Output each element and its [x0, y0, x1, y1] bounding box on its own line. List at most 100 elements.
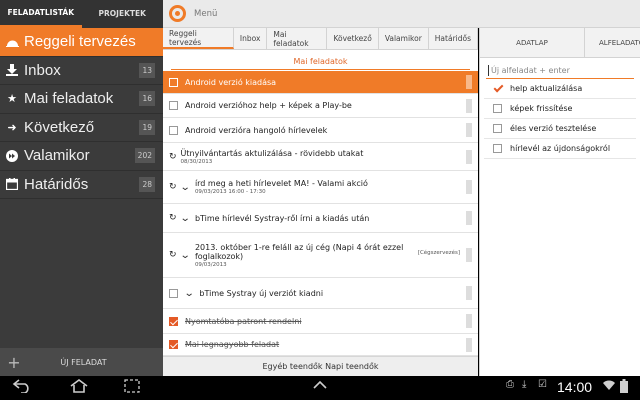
task-checkbox[interactable]: [169, 340, 178, 349]
repeat-icon: ↻: [169, 182, 177, 192]
text-caret: [488, 65, 489, 76]
back-icon[interactable]: [12, 379, 32, 397]
task-title: Mai legnagyobb feladat: [185, 340, 280, 349]
task-row[interactable]: ↻ ⌄ bTime hírlevél Systray-ről írni a ki…: [163, 204, 478, 233]
drag-handle[interactable]: [466, 98, 472, 113]
new-task-button[interactable]: + ÚJ FELADAT: [0, 348, 163, 376]
subtask-item[interactable]: éles verzió tesztelése: [484, 119, 636, 139]
tab-inbox[interactable]: Inbox: [234, 28, 268, 49]
sidebar-item-label: Valamikor: [24, 147, 90, 165]
sunrise-icon: [5, 37, 19, 47]
chevron-down-icon[interactable]: ⌄: [179, 213, 190, 224]
drag-handle[interactable]: [466, 211, 472, 225]
drag-handle[interactable]: [466, 337, 472, 352]
menu-button[interactable]: Menü: [194, 9, 217, 19]
task-row[interactable]: Android verzió kiadása: [163, 71, 478, 94]
task-checkbox[interactable]: [169, 316, 178, 326]
chevron-up-icon[interactable]: [312, 379, 328, 395]
tab-details[interactable]: ADATLAP: [480, 28, 585, 57]
chevron-down-icon[interactable]: ⌄: [179, 182, 190, 193]
drag-handle[interactable]: [466, 75, 472, 89]
task-title: Ütnyilvántartás aktulizálása - rövidebb …: [180, 148, 364, 158]
drag-handle[interactable]: [466, 180, 472, 194]
sidebar-item-next[interactable]: ➜ Következő 19: [0, 114, 163, 142]
task-row[interactable]: ↻ ⌄ 2013. október 1-re feláll az új cég …: [163, 233, 478, 278]
sidebar-tabs: FELADATLISTÁK PROJEKTEK: [0, 0, 163, 28]
sidebar-item-today[interactable]: ★ Mai feladatok 16: [0, 85, 163, 114]
count-badge: 16: [139, 91, 155, 107]
tab-next[interactable]: Következő: [327, 28, 379, 49]
task-row[interactable]: Android verzióra hangoló hírlevelek: [163, 118, 478, 143]
subtask-label: képek frissítése: [510, 104, 573, 113]
action-bar: Menü: [163, 0, 640, 28]
subtask-checkbox[interactable]: [493, 144, 502, 153]
tab-morning-planning[interactable]: Reggeli tervezés: [163, 28, 234, 49]
task-checkbox[interactable]: [169, 288, 178, 298]
app-logo-icon[interactable]: [169, 5, 186, 22]
drag-handle[interactable]: [466, 123, 472, 137]
list-footer[interactable]: Egyéb teendők Napi teendők: [163, 356, 478, 376]
subtask-checkbox[interactable]: [493, 124, 502, 133]
wifi-icon: [603, 379, 615, 394]
task-row[interactable]: ↻ Ütnyilvántartás aktulizálása - rövideb…: [163, 143, 478, 171]
task-title: 2013. október 1-re feláll az új cég (Nap…: [194, 242, 404, 261]
section-title: Mai feladatok: [171, 53, 470, 70]
task-checkbox[interactable]: [169, 125, 178, 135]
task-title: Nyomtatóba patront rendelni: [185, 316, 302, 326]
sidebar: FELADATLISTÁK PROJEKTEK Reggeli tervezés…: [0, 0, 163, 376]
list-tabs: Reggeli tervezés Inbox Mai feladatok Köv…: [163, 28, 478, 50]
home-icon[interactable]: [69, 379, 89, 397]
tab-subtasks[interactable]: ALFELADATOK: [585, 28, 640, 57]
clock: 14:00: [557, 379, 593, 395]
task-checkbox[interactable]: [169, 77, 178, 87]
task-row[interactable]: ⌄ bTime Systray új verziót kiadni: [163, 278, 478, 309]
subtask-checkbox[interactable]: [493, 84, 502, 93]
drag-handle[interactable]: [466, 248, 472, 262]
task-tag: [Cégszervezés]: [417, 250, 460, 256]
repeat-icon: ↻: [169, 151, 177, 162]
subtask-input-placeholder: Új alfeladat + enter: [491, 66, 570, 75]
tab-deadline[interactable]: Határidős: [429, 28, 478, 49]
count-badge: 28: [139, 176, 155, 192]
sidebar-item-someday[interactable]: Valamikor 202: [0, 142, 163, 171]
tab-task-lists[interactable]: FELADATLISTÁK: [0, 0, 82, 28]
sidebar-item-morning-planning[interactable]: Reggeli tervezés: [0, 28, 163, 57]
subtask-item[interactable]: help aktualizálása: [484, 79, 636, 99]
task-title: írd meg a heti hírlevelet MA! - Valami a…: [194, 179, 368, 188]
detail-tabs: ADATLAP ALFELADATOK: [480, 28, 640, 58]
chevron-down-icon[interactable]: ⌄: [179, 250, 190, 261]
system-bar: ⎙ ⤓ ☑ 14:00: [0, 376, 640, 400]
subtask-input[interactable]: Új alfeladat + enter: [486, 63, 634, 79]
drag-handle[interactable]: [466, 286, 472, 300]
tab-today[interactable]: Mai feladatok: [267, 28, 328, 49]
sidebar-item-inbox[interactable]: Inbox 13: [0, 57, 163, 85]
subtask-item[interactable]: képek frissítése: [484, 99, 636, 119]
recent-apps-icon[interactable]: [124, 379, 140, 397]
calendar-icon: [5, 178, 19, 191]
subtask-checkbox[interactable]: [493, 104, 502, 113]
tab-projects[interactable]: PROJEKTEK: [82, 0, 164, 28]
notification-check-icon: ☑: [538, 379, 547, 390]
battery-icon: [620, 379, 628, 397]
task-row[interactable]: ↻ ⌄ írd meg a heti hírlevelet MA! - Vala…: [163, 171, 478, 204]
drag-handle[interactable]: [466, 149, 472, 164]
task-title: bTime hírlevél Systray-ről írni a kiadás…: [194, 213, 370, 223]
task-checkbox[interactable]: [169, 101, 178, 110]
chevron-down-icon[interactable]: ⌄: [184, 288, 195, 299]
tab-someday[interactable]: Valamikor: [379, 28, 429, 49]
task-row[interactable]: Nyomtatóba patront rendelni: [163, 309, 478, 334]
task-row[interactable]: Android verzióhoz help + képek a Play-be: [163, 94, 478, 118]
task-title: bTime Systray új verziót kiadni: [199, 288, 324, 298]
subtask-item[interactable]: hírlevél az újdonságokról: [484, 139, 636, 159]
star-icon: ★: [7, 93, 17, 106]
task-date: 09/03/2013 16:00 - 17:30: [194, 189, 266, 195]
sidebar-item-deadline[interactable]: Határidős 28: [0, 171, 163, 199]
subtask-label: éles verzió tesztelése: [510, 124, 597, 133]
count-badge: 19: [139, 119, 155, 135]
subtask-label: help aktualizálása: [510, 84, 583, 93]
sidebar-item-label: Következő: [24, 118, 95, 136]
drag-handle[interactable]: [466, 314, 472, 328]
subtask-label: hírlevél az újdonságokról: [510, 144, 611, 153]
usb-icon: ⎙: [506, 379, 514, 390]
task-row[interactable]: Mai legnagyobb feladat: [163, 334, 478, 356]
